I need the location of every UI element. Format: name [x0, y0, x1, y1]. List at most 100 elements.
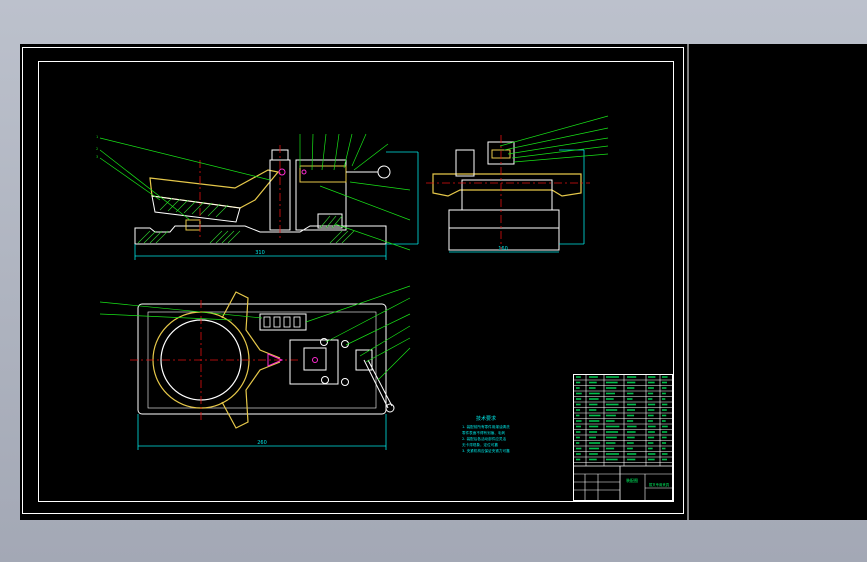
- bom-cell-mark: [576, 398, 582, 400]
- bom-cell-mark: [662, 409, 667, 411]
- top-clamp-row: [259, 313, 307, 331]
- bom-cell-mark: [662, 398, 666, 400]
- bom-cell-mark: [648, 425, 656, 428]
- bom-cell-mark: [606, 447, 615, 450]
- bom-cell-mark: [576, 403, 581, 406]
- bom-cell-mark: [576, 458, 581, 461]
- sheet-outer-border: [22, 47, 684, 514]
- bom-cell-mark: [648, 431, 655, 433]
- front-dim-width: 310: [255, 250, 265, 256]
- bom-cell-mark: [648, 387, 654, 389]
- title-block-project: 拨叉专用夹具: [649, 482, 670, 487]
- bom-cell-mark: [576, 387, 580, 389]
- side-fork-body: [432, 173, 582, 197]
- side-top-block: [455, 149, 475, 177]
- bom-cell-mark: [627, 425, 637, 428]
- bom-cell-mark: [589, 425, 599, 428]
- bom-cell-mark: [589, 436, 596, 439]
- bom-cell-mark: [627, 436, 635, 439]
- top-fork-arm-upper: [221, 291, 281, 359]
- top-base-plate: [137, 303, 387, 415]
- bom-cell-mark: [662, 376, 668, 378]
- top-leaders: [99, 285, 411, 381]
- bom-cell-mark: [627, 381, 636, 384]
- bom-cell-mark: [576, 453, 581, 455]
- front-fork-arm: [149, 169, 280, 209]
- bom-cell-mark: [589, 376, 598, 378]
- bom-cell-mark: [648, 458, 655, 461]
- bom-cell-mark: [606, 376, 619, 378]
- bom-cell-mark: [662, 447, 666, 450]
- bom-cell-mark: [648, 392, 654, 395]
- tech-note: 技术要求 1. 装配前所有零件用煤油清洗 零件表面不得有划痕、毛刺 2. 装配后…: [462, 415, 510, 453]
- bom-cell-mark: [627, 409, 635, 411]
- svg-text:1: 1: [96, 135, 98, 139]
- bom-cell-mark: [589, 409, 597, 411]
- front-base-hatch: [137, 230, 355, 244]
- bom-cell-mark: [606, 453, 619, 455]
- bom-cell-mark: [606, 403, 619, 406]
- tech-note-line-4: 无卡滞现象，定位可靠: [462, 442, 498, 447]
- side-leaders: [499, 115, 609, 163]
- bom-cell-mark: [589, 453, 598, 455]
- tech-note-line-2: 零件表面不得有划痕、毛刺: [462, 430, 506, 435]
- front-handle-knob: [377, 165, 391, 179]
- bom-table: [574, 379, 672, 463]
- bom-cell-mark: [648, 409, 655, 411]
- bom-cell-mark: [589, 458, 597, 461]
- bom-cell-mark: [589, 447, 599, 450]
- front-fork-lower: [151, 195, 241, 223]
- sheet-inner-border: [38, 61, 674, 502]
- bom-cell-mark: [627, 392, 634, 395]
- front-clamp-screw: [299, 165, 347, 183]
- side-view: 160: [426, 115, 609, 253]
- bom-cell-mark: [648, 447, 653, 450]
- bom-cell-mark: [627, 431, 636, 433]
- bom-cell-mark: [662, 403, 668, 406]
- cad-viewport[interactable]: 310 123 160 260 技术要求 1. 装配前所有零件用煤油清洗 零件表…: [20, 44, 867, 520]
- bom-cell-mark: [606, 420, 615, 422]
- bom-cell-mark: [648, 403, 656, 406]
- bom-cell-mark: [576, 447, 582, 450]
- bom-cell-mark: [606, 458, 618, 461]
- svg-text:2: 2: [96, 147, 98, 151]
- bom-cell-mark: [648, 420, 653, 422]
- top-view: 260: [99, 285, 411, 450]
- bom-cell-mark: [627, 376, 637, 378]
- bom-cell-mark: [627, 453, 637, 455]
- bom-cell-mark: [576, 425, 581, 428]
- bom-cell-mark: [662, 442, 667, 444]
- bom-cell-mark: [589, 414, 601, 417]
- title-block-name: 装配图: [626, 477, 638, 483]
- bom-cell-mark: [662, 425, 668, 428]
- bom-cell-mark: [606, 442, 616, 444]
- bom-cell-mark: [662, 387, 667, 389]
- tech-note-line-5: 3. 夹紧机构应保证夹紧力可靠: [462, 448, 510, 453]
- bom-cell-mark: [576, 414, 580, 417]
- top-handle-knob: [385, 403, 395, 413]
- bom-cell-mark: [606, 381, 618, 384]
- top-fork-arm-lower: [221, 361, 281, 429]
- bom-cell-mark: [627, 414, 635, 417]
- bom-cell-mark: [627, 403, 636, 406]
- bom-cell-mark: [662, 420, 666, 422]
- bom-cell-mark: [648, 398, 653, 400]
- bom-cell-mark: [627, 447, 633, 450]
- bom-cell-mark: [648, 436, 655, 439]
- bom-cell-mark: [589, 420, 600, 422]
- bom-cell-mark: [627, 398, 633, 400]
- bom-cell-mark: [627, 458, 636, 461]
- bom-cell-mark: [606, 409, 618, 411]
- bom-cell-mark: [662, 392, 666, 395]
- front-leaders: [99, 133, 411, 251]
- bom-cell-mark: [662, 436, 667, 439]
- front-view: 310 1 2 3: [96, 133, 419, 260]
- title-block: 装配图 拨叉专用夹具: [573, 374, 673, 501]
- bom-cell-mark: [589, 442, 601, 444]
- bom-cell-mark: [627, 387, 635, 389]
- bom-cell-mark: [576, 442, 580, 444]
- side-body-mid: [461, 179, 553, 211]
- side-dim-width: 160: [498, 246, 508, 252]
- bom-cell-mark: [589, 403, 598, 406]
- bom-cell-mark: [662, 381, 667, 384]
